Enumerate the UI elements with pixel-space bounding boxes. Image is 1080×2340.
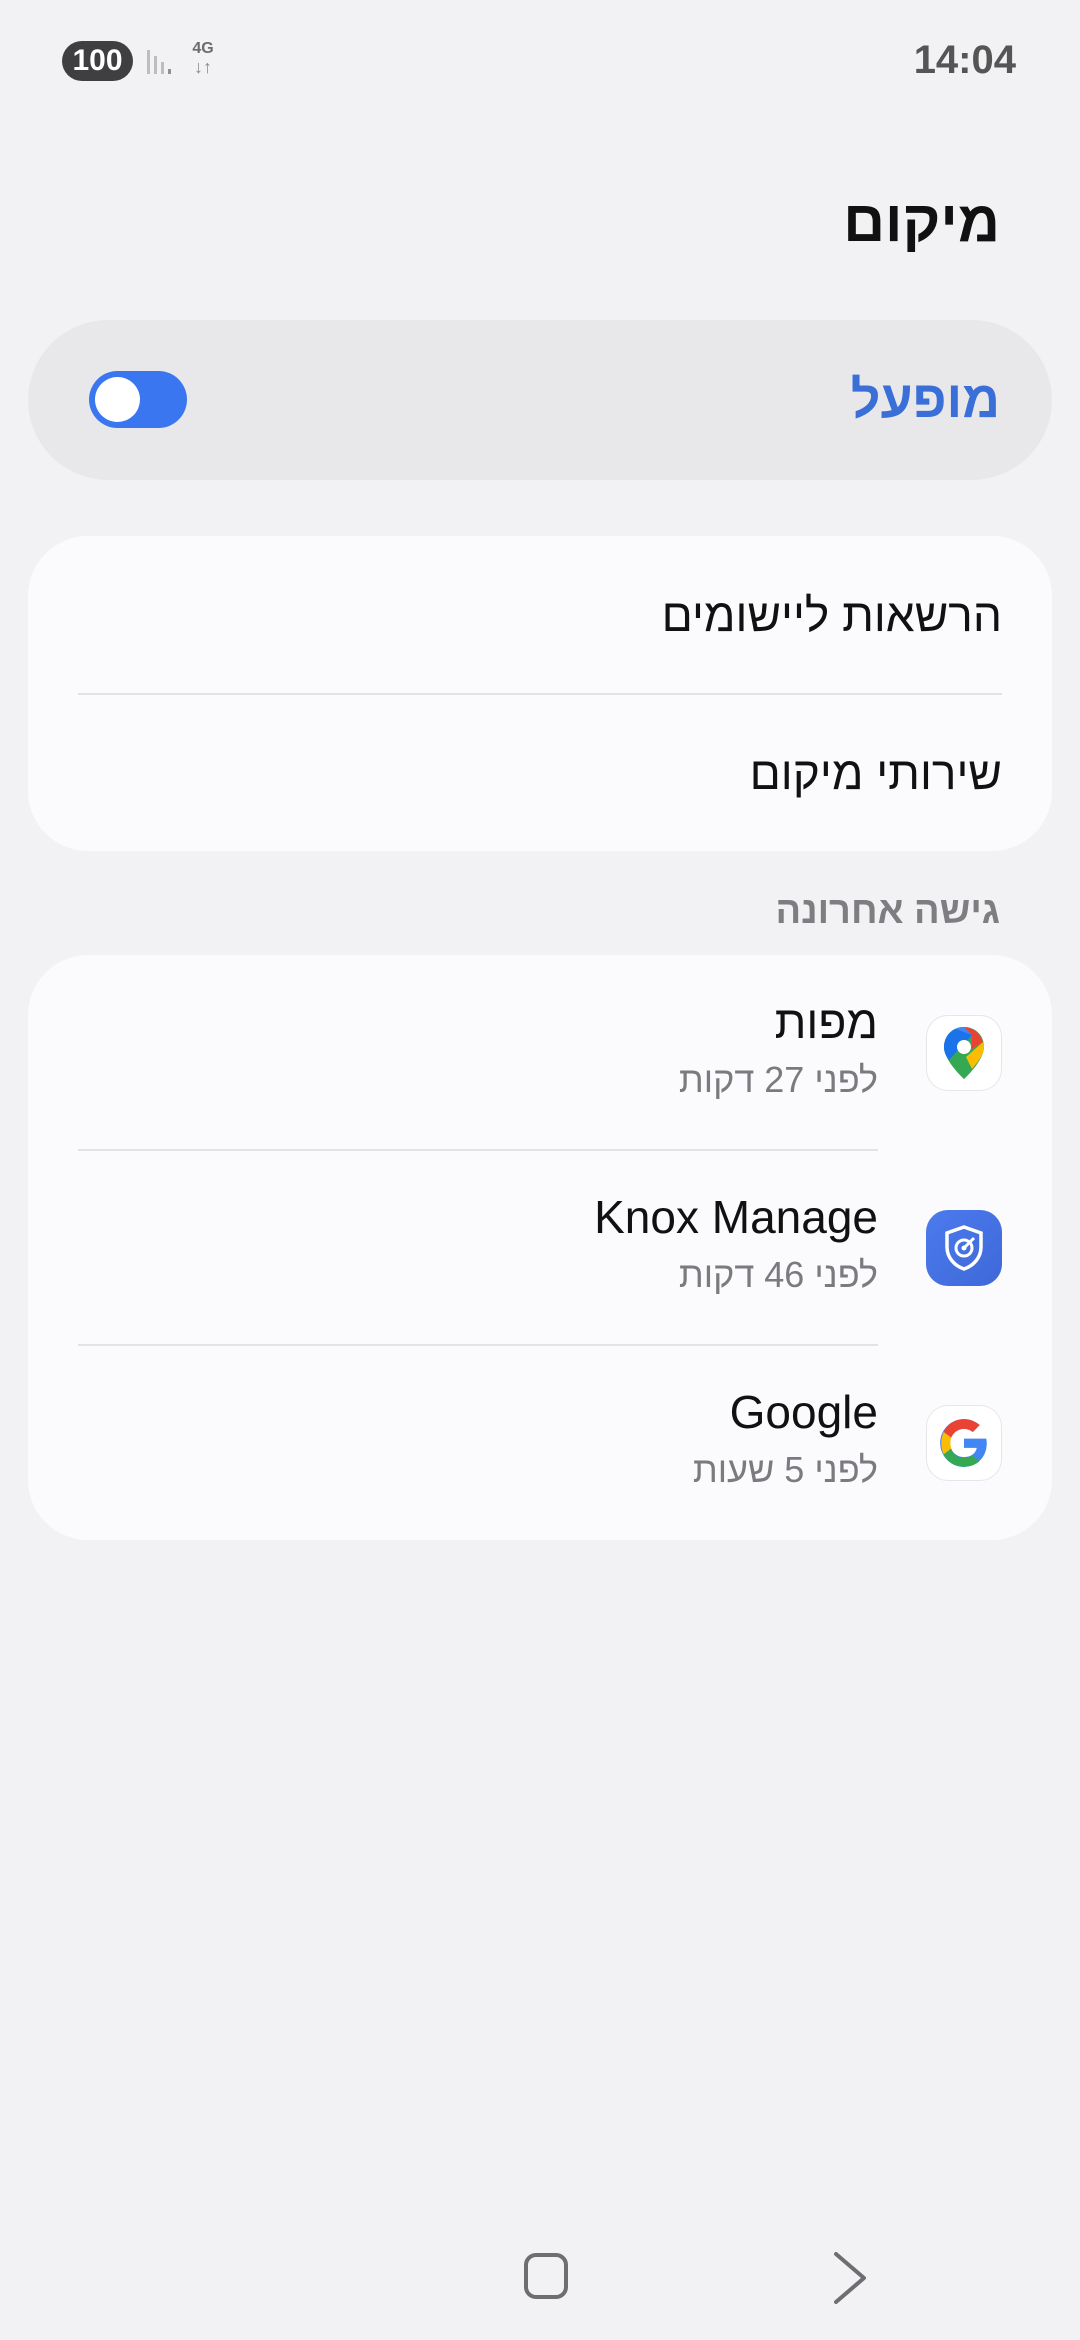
- status-bar: 100 4G ↓↑ 14:04: [62, 38, 1016, 86]
- menu-item-label: שירותי מיקום: [749, 747, 1002, 799]
- app-name: Knox Manage: [594, 1191, 878, 1243]
- recent-access-card: מפות לפני 27 דקות Knox Manage לפני 46 דק…: [28, 955, 1052, 1540]
- app-last-access: לפני 46 דקות: [678, 1254, 878, 1295]
- back-icon[interactable]: [830, 2250, 870, 2306]
- recent-app-knox-manage[interactable]: Knox Manage לפני 46 דקות: [78, 1150, 1002, 1345]
- app-last-access: לפני 27 דקות: [678, 1059, 878, 1100]
- data-activity-icon: ↓↑: [194, 57, 212, 77]
- menu-item-location-services[interactable]: שירותי מיקום: [78, 694, 1002, 852]
- network-indicator: 4G ↓↑: [188, 40, 218, 76]
- master-switch-label: מופעל: [850, 371, 1000, 429]
- google-icon: [926, 1404, 1002, 1481]
- app-last-access: לפני 5 שעות: [692, 1449, 878, 1490]
- app-name: מפות: [774, 996, 878, 1048]
- location-settings-screen: 100 4G ↓↑ 14:04 מיקום מופעל הרשאות ליישו…: [0, 0, 1080, 2340]
- home-icon[interactable]: [524, 2253, 568, 2299]
- recent-access-header: גישה אחרונה: [775, 890, 1000, 932]
- recent-app-maps[interactable]: מפות לפני 27 דקות: [78, 955, 1002, 1150]
- clock: 14:04: [913, 38, 1016, 82]
- signal-bars-icon: [147, 50, 171, 74]
- knox-manage-icon: [926, 1209, 1002, 1286]
- menu-item-app-permissions[interactable]: הרשאות ליישומים: [78, 536, 1002, 694]
- app-name: Google: [729, 1386, 878, 1438]
- menu-item-label: הרשאות ליישומים: [661, 589, 1002, 641]
- location-toggle[interactable]: [89, 371, 187, 428]
- battery-indicator: 100: [62, 41, 133, 81]
- location-master-switch[interactable]: מופעל: [28, 320, 1052, 480]
- toggle-thumb: [95, 377, 140, 422]
- google-maps-icon: [926, 1014, 1002, 1091]
- page-title: מיקום: [843, 189, 1000, 254]
- recent-app-google[interactable]: Google לפני 5 שעות: [78, 1345, 1002, 1540]
- network-type-label: 4G: [192, 40, 214, 57]
- settings-card: הרשאות ליישומים שירותי מיקום: [28, 536, 1052, 851]
